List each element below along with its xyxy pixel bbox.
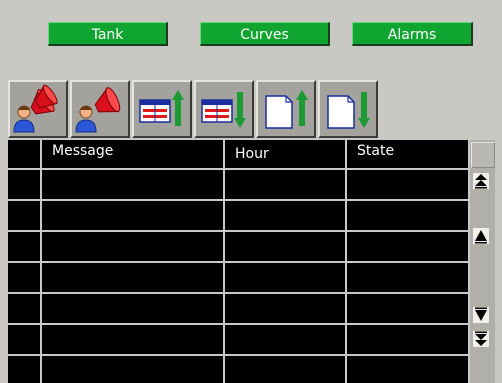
arrow-down-icon — [475, 307, 487, 321]
table-scroll-down-icon — [201, 92, 246, 128]
table-row[interactable] — [8, 231, 470, 263]
table-cell — [346, 200, 470, 232]
table-cell — [346, 169, 470, 201]
table-cell — [346, 231, 470, 263]
table-cell — [8, 262, 42, 294]
acknowledge-horn-icon — [13, 84, 58, 133]
table-cell — [8, 231, 42, 263]
table-cell — [41, 262, 225, 294]
table-cell — [346, 293, 470, 325]
page-up-button[interactable] — [256, 80, 316, 138]
table-cell — [8, 324, 42, 356]
table-cell — [8, 293, 42, 325]
page-down-button[interactable] — [318, 80, 378, 138]
table-cell — [41, 231, 225, 263]
page-down-icon — [327, 92, 370, 129]
alarm-toolbar — [8, 80, 379, 138]
curves-button[interactable]: Curves — [200, 22, 330, 46]
table-cell — [224, 231, 347, 263]
alarms-button[interactable]: Alarms — [352, 22, 473, 46]
table-row[interactable] — [8, 200, 470, 232]
column-header-state[interactable]: State — [346, 140, 470, 170]
scrollbar-thumb[interactable] — [471, 142, 495, 168]
scroll-bottom-button[interactable] — [473, 331, 489, 347]
table-up-button[interactable] — [132, 80, 192, 138]
column-header-marker — [8, 140, 42, 170]
table-cell — [224, 293, 347, 325]
silence-button[interactable] — [70, 80, 130, 138]
table-cell — [41, 355, 225, 383]
table-scroll-up-icon — [139, 90, 184, 126]
silence-horn-icon — [75, 86, 121, 133]
table-cell — [41, 293, 225, 325]
table-row[interactable] — [8, 293, 470, 325]
column-header-hour[interactable]: Hour — [224, 140, 347, 170]
table-cell — [41, 169, 225, 201]
arrow-up-icon — [475, 230, 487, 244]
table-cell — [41, 200, 225, 232]
table-cell — [8, 200, 42, 232]
table-cell — [346, 262, 470, 294]
table-row[interactable] — [8, 324, 470, 356]
column-header-message[interactable]: Message — [41, 140, 225, 170]
scroll-top-button[interactable] — [473, 173, 489, 189]
table-row[interactable] — [8, 262, 470, 294]
table-cell — [346, 324, 470, 356]
scroll-down-button[interactable] — [473, 307, 489, 323]
table-cell — [41, 324, 225, 356]
table-cell — [224, 200, 347, 232]
table-cell — [224, 324, 347, 356]
double-arrow-down-icon — [475, 331, 487, 346]
table-scrollbar[interactable] — [470, 140, 495, 383]
double-arrow-up-icon — [475, 174, 487, 189]
table-cell — [346, 355, 470, 383]
table-row[interactable] — [8, 355, 470, 383]
table-cell — [224, 355, 347, 383]
scroll-up-button[interactable] — [473, 228, 489, 244]
table-down-button[interactable] — [194, 80, 254, 138]
tank-button[interactable]: Tank — [48, 22, 168, 46]
table-row[interactable] — [8, 169, 470, 201]
table-cell — [8, 169, 42, 201]
table-cell — [224, 262, 347, 294]
alarm-table: Message Hour State — [8, 140, 470, 383]
table-header-row: Message Hour State — [8, 140, 470, 170]
page-up-icon — [265, 90, 308, 129]
table-cell — [8, 355, 42, 383]
table-cell — [224, 169, 347, 201]
acknowledge-button[interactable] — [8, 80, 68, 138]
